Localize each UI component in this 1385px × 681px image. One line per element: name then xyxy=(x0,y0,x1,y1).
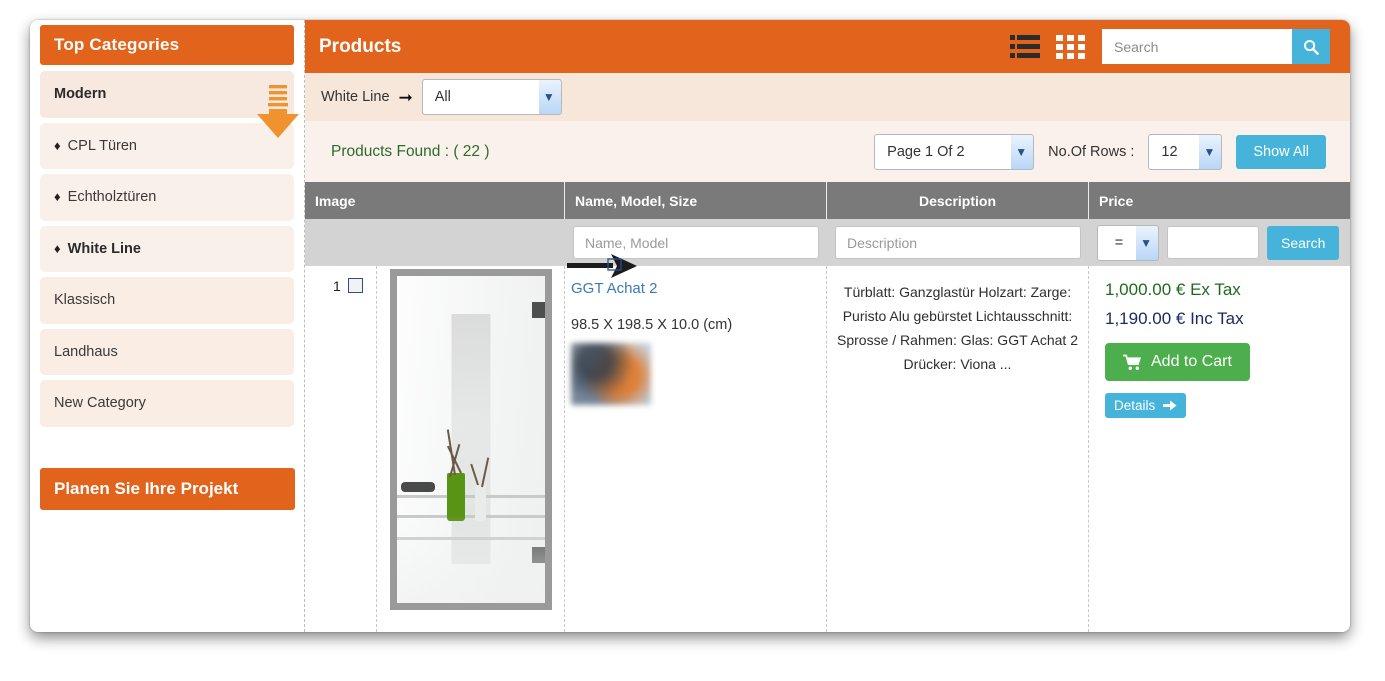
row-search-button[interactable]: Search xyxy=(1267,225,1340,260)
price-ex-tax: 1,000.00 € Ex Tax xyxy=(1105,280,1241,299)
arrow-right-icon xyxy=(1163,400,1177,411)
sidebar-item-landhaus[interactable]: Landhaus xyxy=(40,328,294,375)
rows-label: No.Of Rows : xyxy=(1048,143,1135,160)
column-header-name[interactable]: Name, Model, Size xyxy=(565,182,827,219)
table-header-row: Image Name, Model, Size Description Pric… xyxy=(305,182,1350,219)
product-description: Türblatt: Ganzglastür Holzart: Zarge: Pu… xyxy=(837,284,1078,372)
sidebar-item-label: Landhaus xyxy=(54,343,118,360)
row-index-number: 1 xyxy=(333,278,341,294)
product-thumbnail[interactable] xyxy=(571,343,651,405)
operator-select-wrap: = ▼ xyxy=(1097,224,1159,261)
search-icon xyxy=(1304,39,1319,55)
row-select-checkbox[interactable] xyxy=(347,278,363,293)
category-select[interactable]: All xyxy=(421,79,562,115)
rows-select[interactable]: 12 xyxy=(1148,133,1223,170)
price-inc-tax: 1,190.00 € Inc Tax xyxy=(1105,309,1244,328)
shopping-cart-icon xyxy=(1123,354,1141,370)
sidebar-item-label: White Line xyxy=(67,240,141,257)
door-handle-icon xyxy=(400,482,435,492)
product-image[interactable] xyxy=(389,269,552,610)
bullet-icon: ♦ xyxy=(54,137,61,153)
sidebar-item-label: Modern xyxy=(54,86,107,102)
product-name-cell: GGT Achat 2 98.5 X 198.5 X 10.0 (cm) xyxy=(565,266,827,632)
pagination-controls: Page 1 Of 2 ▼ No.Of Rows : 12 ▼ Show All xyxy=(874,133,1326,170)
description-filter-input[interactable] xyxy=(835,226,1081,259)
sidebar-title: Top Categories xyxy=(40,25,294,65)
sidebar-item-klassisch[interactable]: Klassisch xyxy=(40,277,294,324)
bullet-icon: ♦ xyxy=(54,189,61,204)
product-image-cell xyxy=(377,266,565,632)
list-view-icon[interactable] xyxy=(1010,34,1040,60)
green-vase xyxy=(446,473,465,521)
product-size: 98.5 X 198.5 X 10.0 (cm) xyxy=(571,317,733,333)
name-filter-cell xyxy=(565,219,827,266)
door-line xyxy=(396,495,545,498)
category-select-wrap: All ▼ xyxy=(421,79,562,115)
table-row: 1 GGT Achat 2 98.5 X 198.5 X 10.0 (cm) T… xyxy=(305,266,1350,632)
sidebar-item-label: New Category xyxy=(54,395,146,411)
sidebar-item-label: Klassisch xyxy=(54,292,116,308)
products-header: Products xyxy=(305,20,1350,73)
sidebar-item-label: Echtholztüren xyxy=(67,189,157,205)
header-search xyxy=(1102,29,1330,64)
product-name-link[interactable]: GGT Achat 2 xyxy=(571,280,814,297)
category-filter-bar: White Line ➞ All ▼ xyxy=(305,73,1350,121)
bullet-icon: ♦ xyxy=(54,240,61,256)
page-select[interactable]: Page 1 Of 2 xyxy=(874,133,1035,170)
details-button[interactable]: Details xyxy=(1105,393,1187,418)
name-model-filter-input[interactable] xyxy=(573,226,819,259)
rows-select-wrap: 12 ▼ xyxy=(1148,133,1223,170)
results-summary-bar: Products Found : ( 22 ) Page 1 Of 2 ▼ No… xyxy=(305,121,1350,182)
sidebar-item-new-category[interactable]: New Category xyxy=(40,380,294,427)
product-price-cell: 1,000.00 € Ex Tax 1,190.00 € Inc Tax Add… xyxy=(1089,266,1350,632)
add-to-cart-button[interactable]: Add to Cart xyxy=(1105,343,1250,381)
sidebar-item-echtholzturen[interactable]: ♦ Echtholztüren xyxy=(40,174,294,221)
image-filter-cell xyxy=(305,219,565,266)
header-controls xyxy=(1010,29,1330,64)
sidebar-item-white-line[interactable]: ♦ White Line xyxy=(40,225,294,272)
product-description-cell: Türblatt: Ganzglastür Holzart: Zarge: Pu… xyxy=(827,266,1089,632)
page-select-wrap: Page 1 Of 2 ▼ xyxy=(874,133,1035,170)
show-all-button[interactable]: Show All xyxy=(1236,134,1326,169)
main-panel: Products Search White Line ➞ All ▼ Produ… xyxy=(305,20,1350,632)
sidebar: Top Categories Modern ♦ CPL Türen ♦ Echt… xyxy=(30,20,305,632)
description-filter-cell xyxy=(827,219,1089,266)
door-reflection xyxy=(396,515,545,603)
column-header-price[interactable]: Price xyxy=(1089,182,1350,219)
column-header-image[interactable]: Image xyxy=(305,182,565,219)
page-title: Products xyxy=(319,35,402,57)
products-found-text: Products Found : ( 22 ) xyxy=(331,142,490,160)
row-index-cell: 1 xyxy=(305,266,377,632)
table-filter-row: = ▼ Search xyxy=(305,219,1350,266)
search-input[interactable] xyxy=(1102,29,1292,64)
filter-label: White Line xyxy=(321,89,390,105)
products-table: Image Name, Model, Size Description Pric… xyxy=(305,182,1350,632)
grid-view-icon[interactable] xyxy=(1056,34,1086,60)
sidebar-item-cpl-turen[interactable]: ♦ CPL Türen xyxy=(40,122,294,169)
promo-banner[interactable]: Planen Sie Ihre Projekt xyxy=(40,468,295,510)
price-filter-input[interactable] xyxy=(1167,226,1259,259)
price-filter-cell: = ▼ Search xyxy=(1089,219,1350,266)
door-hinge-top-icon xyxy=(531,302,545,318)
sidebar-item-label: CPL Türen xyxy=(67,137,137,154)
price-operator-select[interactable]: = xyxy=(1097,224,1159,261)
search-button[interactable] xyxy=(1292,29,1330,64)
add-to-cart-label: Add to Cart xyxy=(1151,353,1232,370)
details-label: Details xyxy=(1114,398,1156,413)
sidebar-item-modern[interactable]: Modern xyxy=(40,71,294,118)
arrow-right-icon: ➞ xyxy=(398,87,413,107)
column-header-description[interactable]: Description xyxy=(827,182,1089,219)
application-card: Top Categories Modern ♦ CPL Türen ♦ Echt… xyxy=(30,20,1350,632)
